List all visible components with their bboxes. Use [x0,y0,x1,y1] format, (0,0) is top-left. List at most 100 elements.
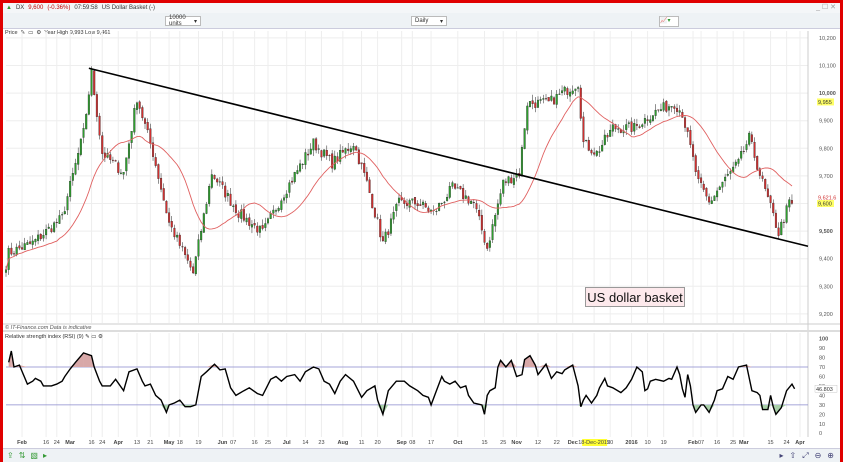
chart-annotation[interactable]: US dollar basket [585,287,685,307]
candle-up [309,148,312,155]
x-axis-tick: 16 [714,440,720,446]
zoom-out-icon[interactable]: ⊖ [815,451,822,461]
candle-up [726,174,729,176]
candle-down [376,217,379,219]
candle-up [285,193,288,199]
candle-up [411,198,414,201]
candle-down [213,175,216,179]
candle-down [387,231,390,235]
candle-up [293,172,296,183]
candle-down [111,159,114,161]
rsi-axis-tick: 90 [819,346,825,352]
candle-up [250,224,253,228]
candle-up [609,129,612,137]
candle-down [475,203,478,210]
candle-down [98,115,101,136]
draw-tool-icon[interactable]: ▧ [30,451,38,460]
candle-down [315,138,318,151]
candle-down [192,266,195,274]
candle-up [678,110,681,113]
candle-down [224,185,227,198]
candle-down [462,188,465,199]
candle-down [419,204,422,206]
candle-down [553,97,556,105]
candle-down [146,122,149,131]
export-icon[interactable]: ⇧ [789,451,796,461]
x-axis-tick: 23 [318,440,324,446]
candle-up [643,118,646,124]
candle-up [176,234,179,238]
rsi-panel-label: Relative strength index (RSI) (9) [5,334,84,340]
candle-up [627,122,630,124]
candle-down [253,223,256,226]
candle-down [692,144,695,157]
candle-down [782,221,785,223]
candle-down [173,227,176,238]
candle-down [483,231,486,243]
candle-down [681,112,684,118]
candle-down [114,160,117,162]
x-axis-tick: 24 [99,440,105,446]
menu-arrow-icon[interactable]: ▸ [43,451,47,460]
price-axis-tick: 9,200 [819,312,833,318]
price-axis-tick: 9,400 [819,257,833,263]
x-axis-tick: Jul [283,440,291,446]
candle-down [381,236,384,242]
candle-up [31,240,34,245]
candle-down [665,100,668,112]
scroll-right-icon[interactable]: ▸ [779,451,783,461]
fit-icon[interactable]: ⤢ [802,451,808,461]
x-axis-tick: 17 [428,440,434,446]
x-axis-tick: 24 [784,440,790,446]
rsi-extreme-fill [762,404,768,410]
candle-down [774,212,777,228]
candle-up [745,144,748,150]
x-axis-tick: Feb [688,440,698,446]
candle-up [654,109,657,116]
candle-up [716,190,719,198]
rsi-axis-tick: 30 [819,403,825,409]
candle-up [210,174,213,188]
candle-up [558,93,561,95]
candle-up [283,197,286,201]
candle-up [443,201,446,203]
candle-down [347,148,350,151]
indicators-icon[interactable]: ⇅ [19,451,26,460]
candle-down [50,228,53,233]
candle-down [368,179,371,193]
candle-down [165,201,168,214]
edit-icon[interactable]: ✎ ▭ ⚙ [85,334,103,340]
candle-up [352,146,355,151]
candle-down [168,212,171,223]
add-study-icon[interactable]: ⇪ [7,451,14,460]
candle-down [138,101,141,109]
moving-average-line [5,96,793,270]
price-axis-tick: 9,700 [819,174,833,180]
price-axis-tick: 9,800 [819,146,833,152]
candle-down [371,193,374,209]
candle-up [349,148,352,152]
candle-up [496,203,499,215]
x-axis-tick: 07 [230,440,236,446]
candle-down [708,196,711,203]
candle-up [258,225,261,233]
x-axis-tick: 11 [359,440,365,446]
chart-canvas[interactable]: 10,200 10,100 10,000 9,900 9,800 9,700 9,600 9,… [3,3,840,459]
candle-up [202,213,205,233]
candle-down [379,218,382,238]
candle-up [269,213,272,219]
zoom-in-icon[interactable]: ⊕ [827,451,834,461]
candle-up [296,170,299,174]
candle-down [673,106,676,109]
candle-up [788,199,791,208]
candle-down [184,247,187,255]
candle-up [555,94,558,105]
candle-down [248,217,251,226]
x-axis-tick: 10 [645,440,651,446]
rsi-last-value: 46.803 [816,387,833,393]
candle-up [45,229,48,236]
candle-down [676,107,679,112]
candle-down [216,178,219,183]
x-axis-tick: 14 [302,440,308,446]
trendline [88,67,809,248]
